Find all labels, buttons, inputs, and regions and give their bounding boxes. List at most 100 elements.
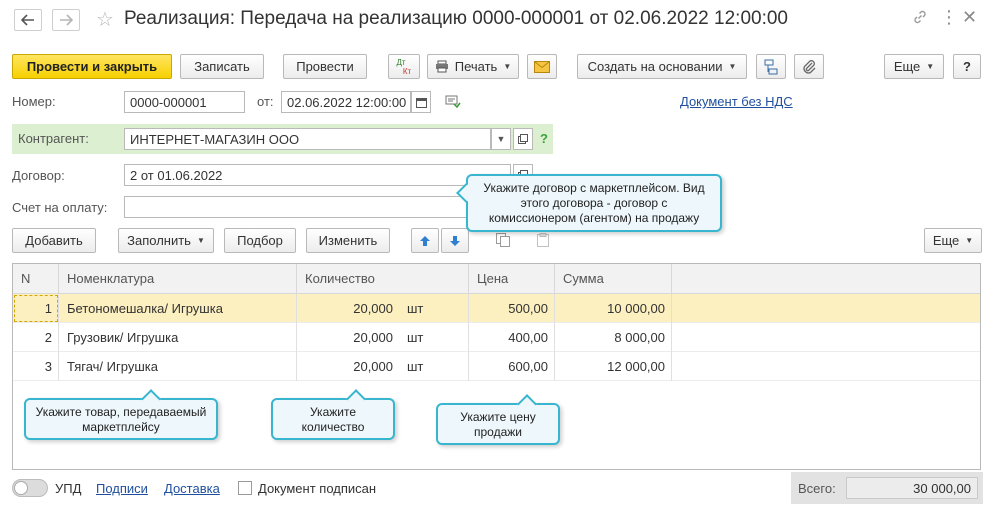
- column-n[interactable]: N: [13, 264, 59, 294]
- history-icon[interactable]: [445, 94, 461, 111]
- email-button[interactable]: [527, 54, 557, 79]
- vat-document-link[interactable]: Документ без НДС: [680, 94, 793, 109]
- signatures-link[interactable]: Подписи: [96, 481, 148, 496]
- copy-icon[interactable]: [496, 233, 510, 250]
- delivery-link[interactable]: Доставка: [164, 481, 220, 496]
- cell-price[interactable]: 500,00: [469, 294, 555, 323]
- chevron-down-icon: ▼: [926, 62, 935, 71]
- fill-button[interactable]: Заполнить ▼: [118, 228, 214, 253]
- calendar-button[interactable]: [411, 91, 431, 113]
- counterparty-dropdown[interactable]: ▼: [491, 128, 511, 150]
- date-label: от:: [257, 94, 274, 109]
- counterparty-label: Контрагент:: [18, 131, 89, 146]
- cell-n: 1: [13, 294, 59, 323]
- cell-price[interactable]: 600,00: [469, 352, 555, 381]
- arrow-up-icon: [420, 235, 430, 246]
- cell-qty[interactable]: 20,000: [297, 323, 399, 352]
- attach-button[interactable]: [794, 54, 824, 79]
- cell-price[interactable]: 400,00: [469, 323, 555, 352]
- signed-checkbox[interactable]: [238, 481, 252, 495]
- post-and-close-button[interactable]: Провести и закрыть: [12, 54, 172, 79]
- add-button[interactable]: Добавить: [12, 228, 96, 253]
- cell-qty[interactable]: 20,000: [297, 294, 399, 323]
- cell-sum[interactable]: 8 000,00: [555, 323, 672, 352]
- cell-sum[interactable]: 12 000,00: [555, 352, 672, 381]
- cell-n: 3: [13, 352, 59, 381]
- item-tooltip-text: Укажите товар, передаваемый маркетплейсу: [35, 405, 207, 434]
- total-field: 30 000,00: [846, 477, 978, 499]
- post-button[interactable]: Провести: [283, 54, 367, 79]
- chevron-down-icon: ▼: [503, 62, 512, 71]
- structure-button[interactable]: [756, 54, 786, 79]
- move-down-button[interactable]: [441, 228, 469, 253]
- cell-qty[interactable]: 20,000: [297, 352, 399, 381]
- save-button[interactable]: Записать: [180, 54, 264, 79]
- more-vertical-icon[interactable]: ⋮: [940, 7, 958, 28]
- chevron-down-icon: ▼: [496, 134, 506, 144]
- column-qty[interactable]: Количество: [297, 264, 469, 294]
- cell-item[interactable]: Бетономешалка/ Игрушка: [59, 294, 297, 323]
- fill-label: Заполнить: [127, 233, 191, 248]
- contract-tooltip-text: Укажите договор с маркетплейсом. Вид это…: [483, 181, 705, 225]
- arrow-down-icon: [450, 235, 460, 246]
- table-more-label: Еще: [932, 233, 960, 248]
- column-price[interactable]: Цена: [469, 264, 555, 294]
- pick-button[interactable]: Подбор: [224, 228, 296, 253]
- cell-sum[interactable]: 10 000,00: [555, 294, 672, 323]
- upd-toggle[interactable]: [12, 479, 48, 497]
- date-field[interactable]: 02.06.2022 12:00:00: [281, 91, 411, 113]
- open-window-icon: [518, 134, 528, 144]
- table-header: N Номенклатура Количество Цена Сумма: [13, 264, 980, 294]
- qty-tooltip: Укажите количество: [271, 389, 395, 440]
- envelope-icon: [534, 60, 550, 73]
- counterparty-field[interactable]: ИНТЕРНЕТ-МАГАЗИН ООО: [124, 128, 491, 150]
- number-label: Номер:: [12, 94, 56, 109]
- more-button[interactable]: Еще ▼: [884, 54, 944, 79]
- column-sum[interactable]: Сумма: [555, 264, 672, 294]
- star-icon[interactable]: ☆: [96, 7, 114, 32]
- table-row[interactable]: 2 Грузовик/ Игрушка 20,000 шт 400,00 8 0…: [13, 323, 980, 352]
- kt-label: Кт: [402, 66, 412, 76]
- price-tooltip: Укажите цену продажи: [436, 394, 560, 445]
- counterparty-open[interactable]: [513, 128, 533, 150]
- table-row[interactable]: 1 Бетономешалка/ Игрушка 20,000 шт 500,0…: [13, 294, 980, 323]
- calendar-icon: [415, 97, 427, 108]
- create-based-on-button[interactable]: Создать на основании ▼: [577, 54, 747, 79]
- cell-unit[interactable]: шт: [399, 323, 469, 352]
- cell-unit[interactable]: шт: [399, 294, 469, 323]
- dt-kt-button[interactable]: Дт Кт: [388, 54, 420, 79]
- cell-unit[interactable]: шт: [399, 352, 469, 381]
- contract-field[interactable]: 2 от 01.06.2022: [124, 164, 511, 186]
- counterparty-help[interactable]: ?: [540, 131, 548, 146]
- link-icon[interactable]: [912, 9, 928, 30]
- qty-tooltip-text: Укажите количество: [301, 405, 365, 434]
- close-icon[interactable]: ✕: [962, 7, 977, 28]
- number-field[interactable]: 0000-000001: [124, 91, 245, 113]
- invoice-label: Счет на оплату:: [12, 200, 108, 215]
- cell-item[interactable]: Грузовик/ Игрушка: [59, 323, 297, 352]
- signed-label: Документ подписан: [258, 481, 377, 496]
- cell-n: 2: [13, 323, 59, 352]
- item-tooltip: Укажите товар, передаваемый маркетплейсу: [24, 389, 218, 440]
- change-button[interactable]: Изменить: [306, 228, 390, 253]
- back-button[interactable]: [14, 9, 42, 31]
- arrow-right-icon: [60, 14, 73, 26]
- toggle-knob: [14, 481, 28, 495]
- upd-label: УПД: [55, 481, 82, 496]
- create-based-on-label: Создать на основании: [587, 59, 723, 74]
- more-label: Еще: [893, 59, 921, 74]
- paste-icon[interactable]: [536, 233, 550, 250]
- table-row[interactable]: 3 Тягач/ Игрушка 20,000 шт 600,00 12 000…: [13, 352, 980, 381]
- help-button[interactable]: ?: [953, 54, 981, 79]
- cell-item[interactable]: Тягач/ Игрушка: [59, 352, 297, 381]
- forward-button[interactable]: [52, 9, 80, 31]
- printer-icon: [435, 60, 448, 73]
- price-tooltip-text: Укажите цену продажи: [460, 410, 536, 439]
- column-item[interactable]: Номенклатура: [59, 264, 297, 294]
- hierarchy-icon: [764, 59, 778, 74]
- move-up-button[interactable]: [411, 228, 439, 253]
- print-button[interactable]: Печать ▼: [427, 54, 519, 79]
- paperclip-icon: [803, 59, 816, 74]
- table-more-button[interactable]: Еще ▼: [924, 228, 982, 253]
- contract-tooltip: Укажите договор с маркетплейсом. Вид это…: [456, 174, 722, 232]
